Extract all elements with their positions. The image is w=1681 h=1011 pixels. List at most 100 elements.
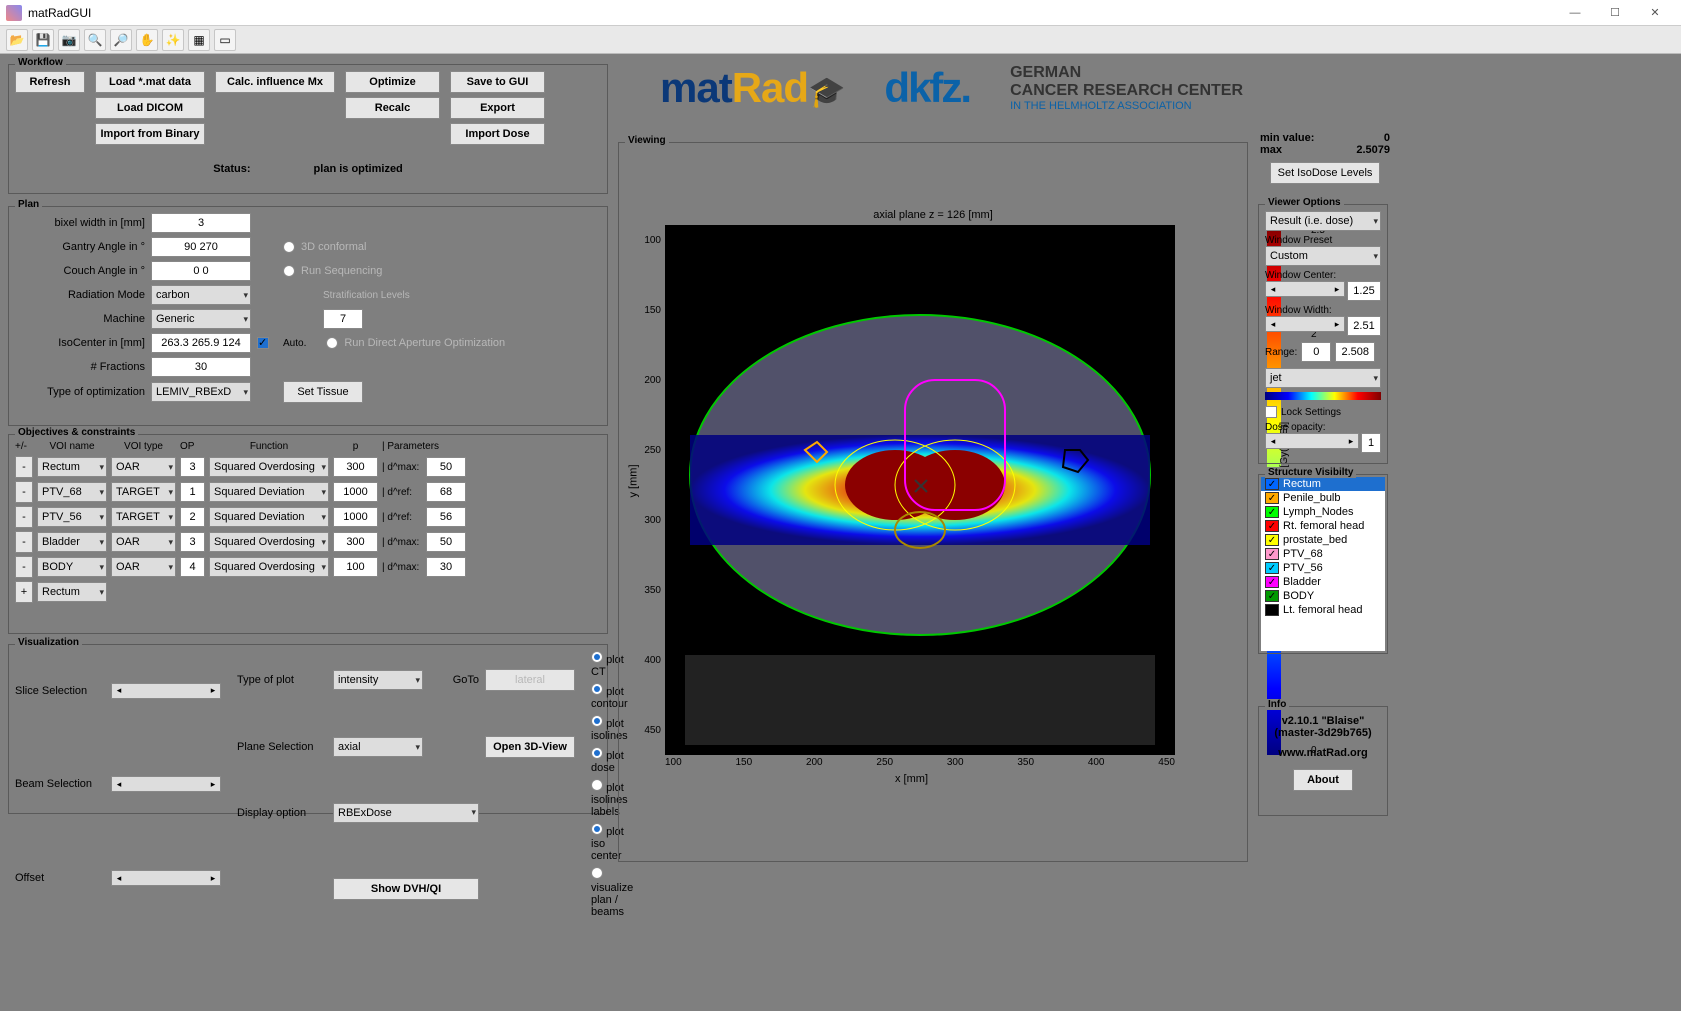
func-dropdown[interactable]: Squared Deviation <box>209 482 329 502</box>
p-input[interactable] <box>333 457 378 477</box>
param-input[interactable] <box>426 557 466 577</box>
width-input[interactable] <box>1347 316 1381 336</box>
structure-row[interactable]: ✓PTV_68 <box>1261 547 1385 561</box>
remove-row-button[interactable]: - <box>15 506 33 528</box>
viz-beams-radio[interactable] <box>591 867 603 879</box>
minimize-button[interactable]: — <box>1555 0 1595 26</box>
center-slider[interactable]: ◂▸ <box>1265 281 1345 297</box>
remove-row-button[interactable]: - <box>15 481 33 503</box>
op-input[interactable] <box>180 482 205 502</box>
opacity-slider[interactable]: ◂▸ <box>1265 433 1359 449</box>
pan-icon[interactable]: ✋ <box>136 29 158 51</box>
plot-dose-radio[interactable] <box>591 747 603 759</box>
save-gui-button[interactable]: Save to GUI <box>450 71 545 93</box>
open3d-button[interactable]: Open 3D-View <box>485 736 575 758</box>
zoom-in-icon[interactable]: 🔍 <box>84 29 106 51</box>
op-input[interactable] <box>180 557 205 577</box>
export-button[interactable]: Export <box>450 97 545 119</box>
add-row-button[interactable]: + <box>15 581 33 603</box>
load-mat-button[interactable]: Load *.mat data <box>95 71 205 93</box>
iso-input[interactable] <box>151 333 251 353</box>
param-input[interactable] <box>426 482 466 502</box>
func-dropdown[interactable]: Squared Overdosing <box>209 532 329 552</box>
about-button[interactable]: About <box>1293 769 1353 791</box>
set-isodose-button[interactable]: Set IsoDose Levels <box>1270 162 1380 184</box>
close-button[interactable]: ✕ <box>1635 0 1675 26</box>
center-input[interactable] <box>1347 281 1381 301</box>
show-dvh-button[interactable]: Show DVH/QI <box>333 878 479 900</box>
plot-type-dropdown[interactable]: intensity <box>333 670 423 690</box>
p-input[interactable] <box>333 532 378 552</box>
couch-input[interactable] <box>151 261 251 281</box>
op-input[interactable] <box>180 507 205 527</box>
structure-row[interactable]: ✓Rt. femoral head <box>1261 519 1385 533</box>
structure-row[interactable]: ✓PTV_56 <box>1261 561 1385 575</box>
range-min-input[interactable] <box>1301 342 1331 362</box>
refresh-button[interactable]: Refresh <box>15 71 85 93</box>
structure-row[interactable]: ✓BODY <box>1261 589 1385 603</box>
plane-dropdown[interactable]: axial <box>333 737 423 757</box>
import-dose-button[interactable]: Import Dose <box>450 123 545 145</box>
param-input[interactable] <box>426 457 466 477</box>
voi-dropdown[interactable]: Rectum <box>37 457 107 477</box>
structure-row[interactable]: ✓Rectum <box>1261 477 1385 491</box>
width-slider[interactable]: ◂▸ <box>1265 316 1345 332</box>
plot-iso-center-radio[interactable] <box>591 823 603 835</box>
opttype-dropdown[interactable]: LEMIV_RBExD <box>151 382 251 402</box>
colormap-dropdown[interactable]: jet <box>1265 368 1381 388</box>
import-binary-button[interactable]: Import from Binary <box>95 123 205 145</box>
param-input[interactable] <box>426 507 466 527</box>
optimize-button[interactable]: Optimize <box>345 71 440 93</box>
p-input[interactable] <box>333 482 378 502</box>
strat-input[interactable] <box>323 309 363 329</box>
p-input[interactable] <box>333 557 378 577</box>
fractions-input[interactable] <box>151 357 251 377</box>
voi-dropdown[interactable]: Bladder <box>37 532 107 552</box>
plot-isolines-radio[interactable] <box>591 715 603 727</box>
display-dropdown[interactable]: RBExDose <box>333 803 479 823</box>
slice-slider[interactable]: ◂▸ <box>111 683 221 699</box>
structure-row[interactable]: ✓Bladder <box>1261 575 1385 589</box>
range-max-input[interactable] <box>1335 342 1375 362</box>
voitype-dropdown[interactable]: OAR <box>111 457 176 477</box>
voi-dropdown[interactable]: BODY <box>37 557 107 577</box>
preset-dropdown[interactable]: Custom <box>1265 246 1381 266</box>
goto-button[interactable]: lateral <box>485 669 575 691</box>
save-icon[interactable]: 💾 <box>32 29 54 51</box>
voi-dropdown[interactable]: PTV_56 <box>37 507 107 527</box>
op-input[interactable] <box>180 532 205 552</box>
gantry-input[interactable] <box>151 237 251 257</box>
offset-slider[interactable]: ◂▸ <box>111 870 221 886</box>
recalc-button[interactable]: Recalc <box>345 97 440 119</box>
voitype-dropdown[interactable]: OAR <box>111 557 176 577</box>
structure-row[interactable]: ✓Penile_bulb <box>1261 491 1385 505</box>
colorbar-icon[interactable]: ▦ <box>188 29 210 51</box>
load-dicom-button[interactable]: Load DICOM <box>95 97 205 119</box>
voitype-dropdown[interactable]: TARGET <box>111 507 176 527</box>
auto-check[interactable] <box>257 337 269 349</box>
func-dropdown[interactable]: Squared Deviation <box>209 507 329 527</box>
structure-row[interactable]: ✓Lt. femoral head <box>1261 603 1385 617</box>
voitype-dropdown[interactable]: OAR <box>111 532 176 552</box>
plot-contour-radio[interactable] <box>591 683 603 695</box>
legend-icon[interactable]: ▭ <box>214 29 236 51</box>
plot-ct-radio[interactable] <box>591 651 603 663</box>
machine-dropdown[interactable]: Generic <box>151 309 251 329</box>
beam-slider[interactable]: ◂▸ <box>111 776 221 792</box>
dose-canvas[interactable] <box>665 225 1175 755</box>
param-input[interactable] <box>426 532 466 552</box>
radmode-dropdown[interactable]: carbon <box>151 285 251 305</box>
zoom-out-icon[interactable]: 🔎 <box>110 29 132 51</box>
camera-icon[interactable]: 📷 <box>58 29 80 51</box>
structure-row[interactable]: ✓Lymph_Nodes <box>1261 505 1385 519</box>
remove-row-button[interactable]: - <box>15 456 33 478</box>
opacity-input[interactable] <box>1361 433 1381 453</box>
open-icon[interactable]: 📂 <box>6 29 28 51</box>
func-dropdown[interactable]: Squared Overdosing <box>209 557 329 577</box>
remove-row-button[interactable]: - <box>15 531 33 553</box>
func-dropdown[interactable]: Squared Overdosing <box>209 457 329 477</box>
op-input[interactable] <box>180 457 205 477</box>
voitype-dropdown[interactable]: TARGET <box>111 482 176 502</box>
calc-influence-button[interactable]: Calc. influence Mx <box>215 71 335 93</box>
voi-dropdown[interactable]: PTV_68 <box>37 482 107 502</box>
